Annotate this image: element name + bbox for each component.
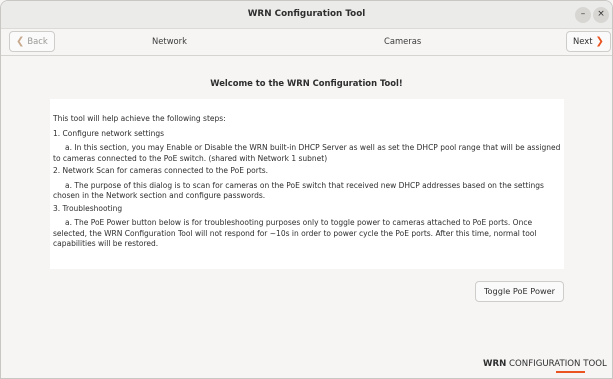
tab-cameras[interactable]: Cameras	[384, 36, 421, 46]
step-3-detail: a. The PoE Power button below is for tro…	[53, 218, 537, 248]
step-1-detail: a. In this section, you may Enable or Di…	[53, 143, 561, 163]
minimize-button[interactable]: –	[575, 7, 591, 23]
chevron-right-icon: ❯	[595, 36, 604, 47]
wizard-navbar: ❮ Back Network Cameras Next ❯	[1, 29, 612, 56]
step-2-title: 2. Network Scan for cameras connected to…	[53, 166, 269, 175]
step-2-detail: a. The purpose of this dialog is to scan…	[53, 180, 544, 201]
brand-underline	[556, 371, 585, 373]
title-bar[interactable]: WRN Configuration Tool – ×	[1, 1, 612, 29]
close-button[interactable]: ×	[593, 7, 609, 23]
window-title: WRN Configuration Tool	[247, 9, 366, 19]
back-button-label: Back	[27, 36, 48, 46]
step-1-title: 1. Configure network settings	[53, 128, 165, 138]
tab-network[interactable]: Network	[152, 36, 187, 46]
step-3-title: 3. Troubleshooting	[53, 203, 123, 213]
app-window: WRN Configuration Tool – × ❮ Back Network…	[0, 0, 613, 379]
page-heading: Welcome to the WRN Configuration Tool!	[210, 78, 403, 88]
brand-rest: CONFIGURATION TOOL	[506, 359, 607, 369]
toggle-poe-power-button[interactable]: Toggle PoE Power	[475, 281, 564, 302]
chevron-left-icon: ❮	[16, 36, 25, 47]
intro-text: This tool will help achieve the followin…	[53, 114, 226, 123]
next-button-label: Next	[573, 36, 593, 46]
brand-wrn: WRN	[483, 359, 507, 369]
brand-logo: WRN CONFIGURATION TOOL	[483, 359, 607, 369]
back-button[interactable]: ❮ Back	[9, 31, 55, 52]
instructions-panel: This tool will help achieve the followin…	[50, 99, 564, 269]
next-button[interactable]: Next ❯	[566, 31, 611, 52]
